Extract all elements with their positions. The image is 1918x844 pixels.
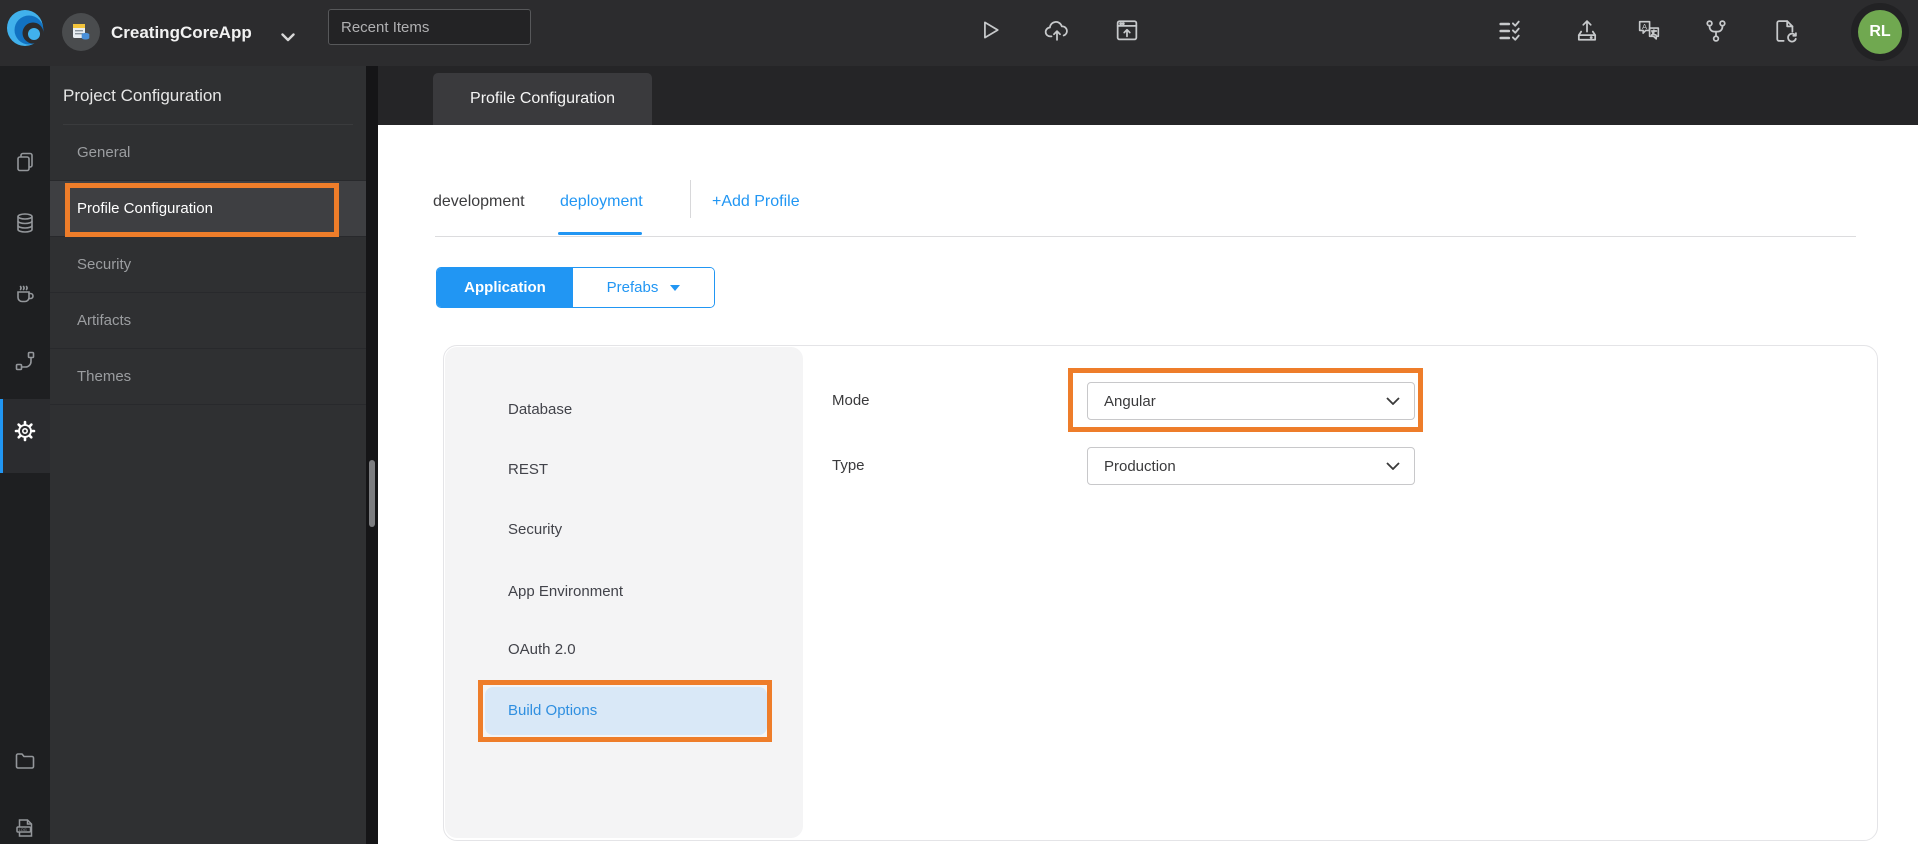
translate-icon: A xyxy=(1638,20,1660,40)
sidebar-item-themes[interactable]: Themes xyxy=(50,349,366,405)
rail-item-settings[interactable] xyxy=(13,419,37,443)
chevron-down-icon xyxy=(281,33,295,42)
rail-item-pages[interactable] xyxy=(13,150,37,174)
version-control-button[interactable] xyxy=(1701,16,1731,46)
rail-active-indicator xyxy=(0,399,3,473)
checklist-icon xyxy=(1499,20,1520,41)
project-note-db-icon xyxy=(73,24,90,40)
nav-item-build-options[interactable]: Build Options xyxy=(485,687,767,735)
sidebar-item-general[interactable]: General xyxy=(50,125,366,181)
sidebar-item-artifacts[interactable]: Artifacts xyxy=(50,293,366,349)
left-rail: LOG xyxy=(0,66,50,844)
tab-divider xyxy=(690,180,691,218)
wavemaker-logo-icon[interactable] xyxy=(6,8,46,48)
deploy-cloud-button[interactable] xyxy=(1042,15,1072,45)
sidebar-title: Project Configuration xyxy=(63,66,353,125)
publish-button[interactable] xyxy=(1112,15,1142,45)
database-icon xyxy=(17,213,33,233)
sidebar-item-security[interactable]: Security xyxy=(50,237,366,293)
content-header-tab[interactable]: Profile Configuration xyxy=(433,73,652,125)
coffee-cup-icon xyxy=(17,285,34,303)
pages-icon xyxy=(17,152,33,172)
scope-toggle: Application Prefabs xyxy=(436,267,715,308)
folder-icon xyxy=(15,753,35,769)
nav-item-app-environment[interactable]: App Environment xyxy=(508,568,623,616)
type-select-value: Production xyxy=(1104,457,1176,475)
active-tab-underline xyxy=(558,232,642,235)
chevron-down-icon xyxy=(1386,397,1400,405)
nav-item-security[interactable]: Security xyxy=(508,506,562,554)
user-menu[interactable]: RL xyxy=(1851,3,1909,61)
project-avatar[interactable] xyxy=(62,13,100,51)
toggle-prefabs[interactable]: Prefabs xyxy=(573,268,714,307)
rail-item-database[interactable] xyxy=(13,211,37,235)
sidebar-scroll-track xyxy=(366,66,378,844)
branch-icon xyxy=(1706,20,1726,42)
tabs-baseline xyxy=(435,236,1856,237)
sidebar-item-profile-configuration[interactable]: Profile Configuration xyxy=(50,181,366,237)
chevron-down-icon xyxy=(1386,462,1400,470)
export-box-icon xyxy=(1577,20,1597,41)
rail-item-connectors[interactable] xyxy=(13,349,37,373)
project-switcher-chevron[interactable] xyxy=(281,29,295,47)
settings-sidebar: Project Configuration General Profile Co… xyxy=(50,66,366,844)
translate-button[interactable]: A xyxy=(1634,16,1664,46)
run-button[interactable] xyxy=(974,15,1004,45)
toggle-application[interactable]: Application xyxy=(437,268,573,307)
rail-item-logs[interactable]: LOG xyxy=(13,816,37,840)
mode-select[interactable]: Angular xyxy=(1087,382,1415,420)
recent-items-input[interactable] xyxy=(328,9,531,45)
play-icon xyxy=(984,21,999,39)
rail-item-java-services[interactable] xyxy=(13,281,37,305)
project-name[interactable]: CreatingCoreApp xyxy=(111,0,252,66)
publish-window-icon xyxy=(1116,20,1138,41)
logo-wave-icon xyxy=(7,10,44,46)
type-select[interactable]: Production xyxy=(1087,447,1415,485)
type-label: Type xyxy=(832,457,865,474)
nav-item-oauth[interactable]: OAuth 2.0 xyxy=(508,626,576,674)
avatar: RL xyxy=(1858,10,1902,54)
export-app-button[interactable] xyxy=(1572,16,1602,46)
caret-down-icon xyxy=(670,284,681,291)
connector-icon xyxy=(15,351,35,371)
mode-label: Mode xyxy=(832,392,870,409)
toggle-prefabs-label: Prefabs xyxy=(606,279,659,296)
gear-icon xyxy=(14,420,36,442)
sidebar-scroll-thumb[interactable] xyxy=(369,460,375,527)
checklist-button[interactable] xyxy=(1495,16,1525,46)
settings-nav-panel xyxy=(445,347,803,838)
cloud-upload-icon xyxy=(1044,21,1068,41)
top-bar: CreatingCoreApp Recent Items A RL xyxy=(0,0,1918,66)
tab-development[interactable]: development xyxy=(433,190,525,214)
svg-text:LOG: LOG xyxy=(19,827,27,832)
tab-deployment[interactable]: deployment xyxy=(560,190,643,214)
rail-item-files[interactable] xyxy=(13,749,37,773)
sync-doc-button[interactable] xyxy=(1771,16,1801,46)
nav-item-database[interactable]: Database xyxy=(508,386,572,434)
document-sync-icon xyxy=(1776,20,1797,43)
mode-select-value: Angular xyxy=(1104,392,1156,410)
add-profile-button[interactable]: +Add Profile xyxy=(712,190,800,214)
nav-item-rest[interactable]: REST xyxy=(508,446,548,494)
log-file-icon: LOG xyxy=(16,819,33,837)
app-window: CreatingCoreApp Recent Items A RL LOG Pr… xyxy=(0,0,1918,844)
